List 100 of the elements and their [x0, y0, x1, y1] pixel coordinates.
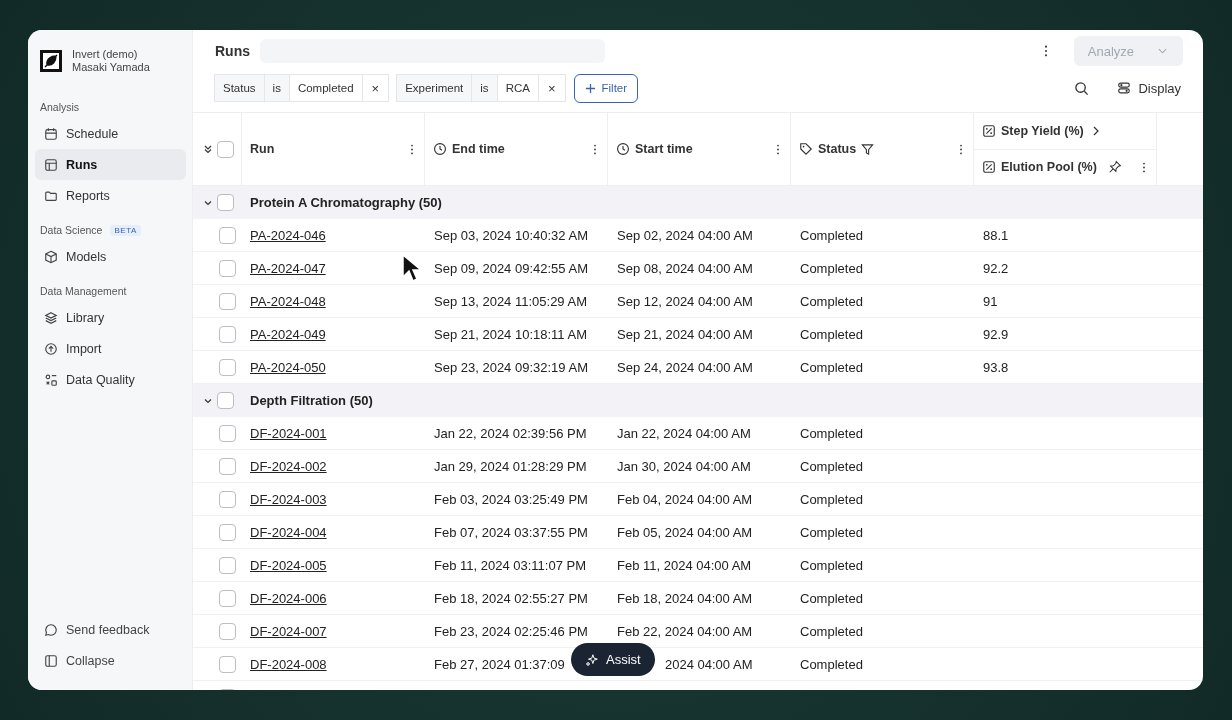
sidebar-footer-item[interactable]: Collapse [35, 645, 186, 676]
filter-field[interactable]: Experiment [396, 74, 473, 102]
checkbox[interactable] [219, 325, 236, 343]
end-time-cell: Feb 27, 2024 01:37:09 [434, 656, 565, 672]
checkbox[interactable] [219, 556, 236, 574]
status-cell: Completed [800, 326, 863, 342]
layers-icon [44, 310, 58, 325]
run-link[interactable]: DF-2024-008 [250, 656, 327, 672]
column-menu-icon[interactable] [776, 143, 780, 155]
checkbox[interactable] [217, 392, 234, 409]
checkbox[interactable] [219, 358, 236, 376]
column-header[interactable]: Elution Pool (%) [974, 148, 1156, 185]
run-link[interactable]: PA-2024-050 [250, 359, 326, 375]
run-link[interactable]: DF-2024-003 [250, 491, 327, 507]
checkbox[interactable] [219, 655, 236, 673]
status-cell: Completed [800, 623, 863, 639]
checkbox[interactable] [219, 292, 236, 310]
checkbox[interactable] [217, 140, 234, 158]
assist-button[interactable]: Assist [571, 643, 655, 676]
end-time-cell: Sep 03, 2024 10:40:32 AM [434, 227, 588, 243]
percent-icon [982, 160, 996, 175]
group-title: Protein A Chromatography (50) [249, 195, 442, 210]
filter-operator[interactable]: is [471, 74, 498, 102]
run-link[interactable]: DF-2024-007 [250, 623, 327, 639]
sidebar-footer-item[interactable]: Send feedback [35, 614, 186, 645]
yield-cell: 91 [983, 293, 998, 309]
column-menu-icon[interactable] [410, 143, 414, 155]
remove-filter-button[interactable]: × [361, 74, 390, 102]
display-button[interactable]: Display [1111, 80, 1187, 96]
column-header[interactable]: End time [425, 113, 608, 185]
remove-filter-button[interactable]: × [537, 74, 566, 102]
sidebar-item[interactable]: Import [35, 333, 186, 364]
checkbox[interactable] [219, 259, 236, 277]
column-header[interactable]: Status [791, 113, 974, 185]
end-time-cell: Jan 29, 2024 01:28:29 PM [434, 458, 587, 474]
filter-value[interactable]: Completed [288, 74, 363, 102]
run-link[interactable]: PA-2024-047 [250, 260, 326, 276]
run-link[interactable]: DF-2024-004 [250, 524, 327, 540]
start-time-cell: Feb 22, 2024 04:00 AM [617, 623, 753, 639]
checkbox[interactable] [219, 424, 236, 442]
end-time-cell: Feb 07, 2024 03:37:55 PM [434, 524, 588, 540]
more-icon[interactable] [1043, 45, 1048, 57]
percent-icon [982, 123, 996, 138]
chevron-down-icon [1158, 48, 1167, 54]
status-cell: Completed [800, 557, 863, 573]
sidebar-item[interactable]: Reports [35, 180, 186, 211]
sidebar-item[interactable]: Runs [35, 149, 186, 180]
yield-cell: 93.8 [983, 359, 1009, 375]
run-link[interactable]: DF-2024-005 [250, 557, 327, 573]
run-link[interactable]: PA-2024-049 [250, 326, 326, 342]
checkbox[interactable] [219, 457, 236, 475]
checkbox[interactable] [219, 226, 236, 244]
start-time-cell: Sep 08, 2024 04:00 AM [617, 260, 753, 276]
filter-icon [861, 142, 875, 156]
filter-field[interactable]: Status [214, 74, 265, 102]
search-icon[interactable] [1074, 80, 1090, 96]
end-time-cell: Sep 13, 2024 11:05:29 AM [434, 293, 587, 309]
checkbox[interactable] [219, 589, 236, 607]
upload-icon [44, 341, 58, 356]
user-name: Masaki Yamada [72, 61, 150, 74]
checkbox[interactable] [219, 523, 236, 541]
status-cell: Completed [800, 227, 863, 243]
status-cell: Completed [800, 590, 863, 606]
run-link[interactable]: DF-2024-001 [250, 425, 327, 441]
start-time-cell: Feb 05, 2024 04:00 AM [617, 524, 753, 540]
column-group-header[interactable]: Step Yield (%) [974, 113, 1156, 149]
mouse-cursor-icon [401, 253, 421, 283]
run-link[interactable]: PA-2024-048 [250, 293, 326, 309]
sidebar-item[interactable]: Models [35, 241, 186, 272]
org-name: Invert (demo) [72, 48, 139, 61]
calendar-icon [44, 126, 58, 141]
run-link[interactable]: DF-2024-002 [250, 458, 327, 474]
checkbox[interactable] [219, 490, 236, 508]
folder-icon [44, 188, 58, 203]
add-filter-button[interactable]: Filter [573, 73, 639, 103]
checkbox[interactable] [219, 622, 236, 640]
column-header[interactable]: Start time [608, 113, 791, 185]
chevron-right-icon [1092, 125, 1099, 136]
sidebar-item[interactable]: Library [35, 302, 186, 333]
yield-cell: 92.9 [983, 326, 1009, 342]
end-time-cell: Sep 09, 2024 09:42:55 AM [434, 260, 588, 276]
sparkle-icon [585, 652, 599, 667]
plus-icon [584, 82, 596, 94]
filter-operator[interactable]: is [263, 74, 290, 102]
status-cell: Completed [800, 524, 863, 540]
column-menu-icon[interactable] [1142, 161, 1146, 173]
filter-value[interactable]: RCA [496, 74, 539, 102]
sidebar-item[interactable]: Schedule [35, 118, 186, 149]
checkbox[interactable] [217, 194, 234, 211]
column-menu-icon[interactable] [593, 143, 597, 155]
start-time-cell: Sep 21, 2024 04:00 AM [617, 326, 753, 342]
column-header[interactable]: Run [242, 113, 425, 185]
start-time-cell: Jan 22, 2024 04:00 AM [617, 425, 751, 441]
sidebar-item[interactable]: Data Quality [35, 364, 186, 395]
run-link[interactable]: DF-2024-006 [250, 590, 327, 606]
start-time-cell: Feb 18, 2024 04:00 AM [617, 590, 753, 606]
collapse-all-icon[interactable] [203, 144, 213, 154]
run-link[interactable]: PA-2024-046 [250, 227, 326, 243]
pin-icon [1107, 160, 1122, 175]
column-menu-icon[interactable] [959, 143, 963, 155]
